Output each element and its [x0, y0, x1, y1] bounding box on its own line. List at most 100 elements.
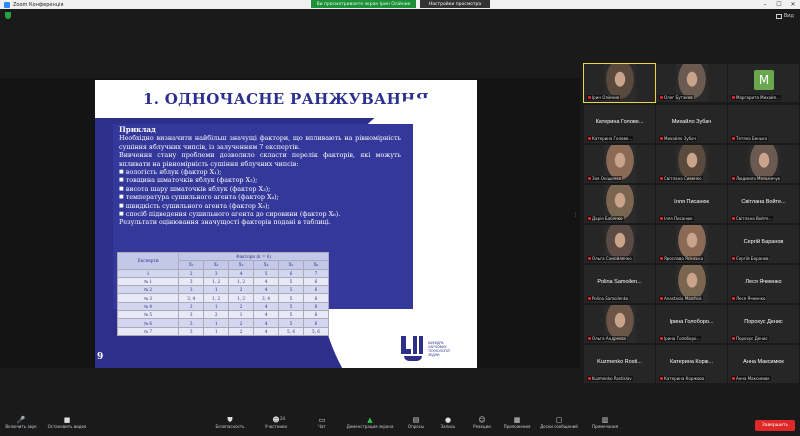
- participant-label-text: Михайло Зубач: [664, 136, 696, 141]
- table-cell: 2: [178, 268, 205, 278]
- mic-muted-icon: [660, 377, 663, 380]
- mic-muted-icon: [588, 96, 591, 99]
- toolbar-reactions-button[interactable]: ☺ Реакции: [467, 416, 497, 429]
- window-title: Zoom Конференція: [13, 1, 64, 8]
- slide-paragraph: Вивчення стану проблеми дозволило скласт…: [119, 151, 401, 168]
- mic-muted-icon: [732, 257, 735, 260]
- toolbar-label: Демонстрация экрана: [346, 424, 394, 429]
- participant-tile[interactable]: Олег Бутаков: [656, 64, 727, 102]
- mic-muted-icon: [732, 377, 735, 380]
- participant-tile[interactable]: Anastasia Marchuk: [656, 265, 727, 303]
- toolbar-notes-button[interactable]: ▥ Примечания: [590, 416, 620, 429]
- participant-label-text: Леся Ячменко: [736, 296, 766, 301]
- toolbar-video-button[interactable]: ■ Остановить видео: [48, 416, 87, 429]
- share-screen-icon: ▲: [367, 416, 373, 424]
- participant-tile[interactable]: Катерина Корж... Катерина Коржова: [656, 345, 727, 383]
- toolbar-participants-button[interactable]: ☻ 24 Участники: [261, 416, 291, 429]
- table-cell: 5: [278, 310, 304, 320]
- participant-label-text: Дарія Бабенко: [592, 216, 623, 221]
- table-cell: 6: [302, 318, 330, 328]
- slide-page-number: 9: [97, 352, 104, 362]
- table-cell: 5: [253, 268, 280, 278]
- slide-title: 1. ОДНОЧАСНЕ РАНЖУВАННЯ: [142, 90, 430, 108]
- table-cell: 4: [253, 326, 280, 336]
- table-header-cell: X₂: [203, 260, 230, 270]
- table-cell: 1: [228, 310, 255, 320]
- toolbar-chat-button[interactable]: ▭ Чат: [307, 416, 337, 429]
- toolbar-security-button[interactable]: ⛊ Безопасность: [215, 416, 245, 429]
- participant-tile[interactable]: Порохус Денис Порохус Денис: [728, 305, 799, 343]
- participant-tile[interactable]: Анна Максимюк Анна Максимюк: [728, 345, 799, 383]
- minimize-icon[interactable]: –: [758, 0, 772, 9]
- table-cell: 4: [253, 318, 280, 328]
- participant-tile[interactable]: Тетяна Бенько: [728, 105, 799, 143]
- table-cell: 3, 4: [178, 293, 205, 303]
- table-row: № 6312456: [116, 318, 330, 328]
- participant-tile[interactable]: Михайло Зубач Михайло Зубач: [656, 105, 727, 143]
- table-cell: 4: [228, 268, 255, 278]
- toolbar-polls-button[interactable]: ▤ Опросы: [401, 416, 431, 429]
- table-cell: № 5: [116, 310, 180, 320]
- table-cell: 6: [278, 268, 304, 278]
- maximize-icon[interactable]: ☐: [772, 0, 786, 9]
- toolbar-label: Реакции: [473, 424, 491, 429]
- apps-icon: ▦: [513, 416, 521, 424]
- table-cell: 5: [278, 301, 304, 312]
- participant-tile[interactable]: Світлана Войте... Світлана Войте...: [728, 185, 799, 223]
- poll-icon: ▤: [412, 416, 420, 424]
- toolbar-apps-button[interactable]: ▦ Приложения: [502, 416, 532, 429]
- table-row: № 4312456: [116, 301, 330, 312]
- participant-tile[interactable]: Дарія Бабенко: [584, 185, 655, 223]
- participant-label: Ольга Самойленко: [587, 256, 633, 261]
- participant-tile[interactable]: Ярослава Ясінська: [656, 225, 727, 263]
- close-icon[interactable]: ✕: [786, 0, 800, 9]
- view-button[interactable]: Вид: [775, 13, 794, 19]
- participant-label: Kuzmenko Rostislav: [587, 376, 633, 381]
- table-cell: № 6: [116, 318, 180, 328]
- participant-tile[interactable]: Polina Samoilen... Polina Samoilenko: [584, 265, 655, 303]
- participant-tile[interactable]: Ілля Писанюк Ілля Писанюк: [656, 185, 727, 223]
- participant-label-text: Ілля Писанюк: [664, 216, 693, 221]
- toolbar-label: Безопасность: [215, 424, 245, 429]
- view-options-button[interactable]: Настройки просмотра: [420, 0, 490, 8]
- participant-tile[interactable]: M Маргарита Михайл...: [728, 64, 799, 102]
- participant-label: Маргарита Михайл...: [731, 95, 782, 100]
- participant-tile[interactable]: Ірин Олійник: [583, 63, 656, 103]
- participant-tile[interactable]: Сергій Баранов Сергій Баранов: [728, 225, 799, 263]
- encryption-shield-icon[interactable]: [5, 12, 11, 19]
- participant-label-text: Маргарита Михайл...: [736, 95, 781, 100]
- participant-tile[interactable]: Світлана Сивенко: [656, 145, 727, 183]
- table-cell: № 4: [116, 301, 180, 312]
- participant-label: Олег Бутаков: [659, 95, 694, 100]
- toolbar-share-button[interactable]: ▲ Демонстрация экрана: [347, 416, 394, 429]
- table-cell: № 7: [116, 326, 180, 336]
- mic-muted-icon: [732, 337, 735, 340]
- table-cell: 3: [178, 318, 205, 328]
- table-header-experts: Експерти: [116, 252, 180, 270]
- table-cell: 3: [178, 310, 205, 320]
- end-meeting-button[interactable]: Завершить: [755, 420, 795, 431]
- slide-bullet: швидкість сушильного агента (фактор X₅);: [119, 202, 401, 210]
- participant-tile[interactable]: Людмила Мельничук: [728, 145, 799, 183]
- participant-tile[interactable]: Kuzmenko Rosti... Kuzmenko Rostislav: [584, 345, 655, 383]
- logo-text: КАФЕДРА ХАРЧОВИХ ТЕХНОЛОГІЙ ЗЕДНИ: [428, 340, 450, 358]
- participant-label: Ірина Голоборо...: [659, 336, 702, 341]
- toolbar-whiteboards-button[interactable]: ▢ Доски сообщений: [540, 416, 578, 429]
- toolbar-record-button[interactable]: ● Запись: [433, 416, 463, 429]
- table-cell: 4: [253, 285, 280, 295]
- table-index-row: 1 2 3 4 5 6 7: [116, 268, 330, 278]
- app-title-group: Zoom Конференція: [4, 1, 64, 8]
- table-cell: 3: [203, 268, 230, 278]
- panel-collapse-handle[interactable]: ⋮: [573, 212, 578, 226]
- participant-tile[interactable]: Ірина Голоборо... Ірина Голоборо...: [656, 305, 727, 343]
- table-cell: 5: [278, 318, 304, 328]
- participant-tile[interactable]: Ольга Самойленко: [584, 225, 655, 263]
- mic-muted-icon: [660, 217, 663, 220]
- participant-tile[interactable]: Леся Ячменко Леся Ячменко: [728, 265, 799, 303]
- toolbar-mic-button[interactable]: 🎤 Включить звук: [5, 416, 36, 429]
- participant-tile[interactable]: Ольга Андреєва: [584, 305, 655, 343]
- participant-tile[interactable]: Зоя Оніщенко: [584, 145, 655, 183]
- whiteboard-icon: ▢: [555, 416, 563, 424]
- table-row: № 2312456: [116, 285, 330, 295]
- participant-tile[interactable]: Катерина Голове... Катерина Голове...: [584, 105, 655, 143]
